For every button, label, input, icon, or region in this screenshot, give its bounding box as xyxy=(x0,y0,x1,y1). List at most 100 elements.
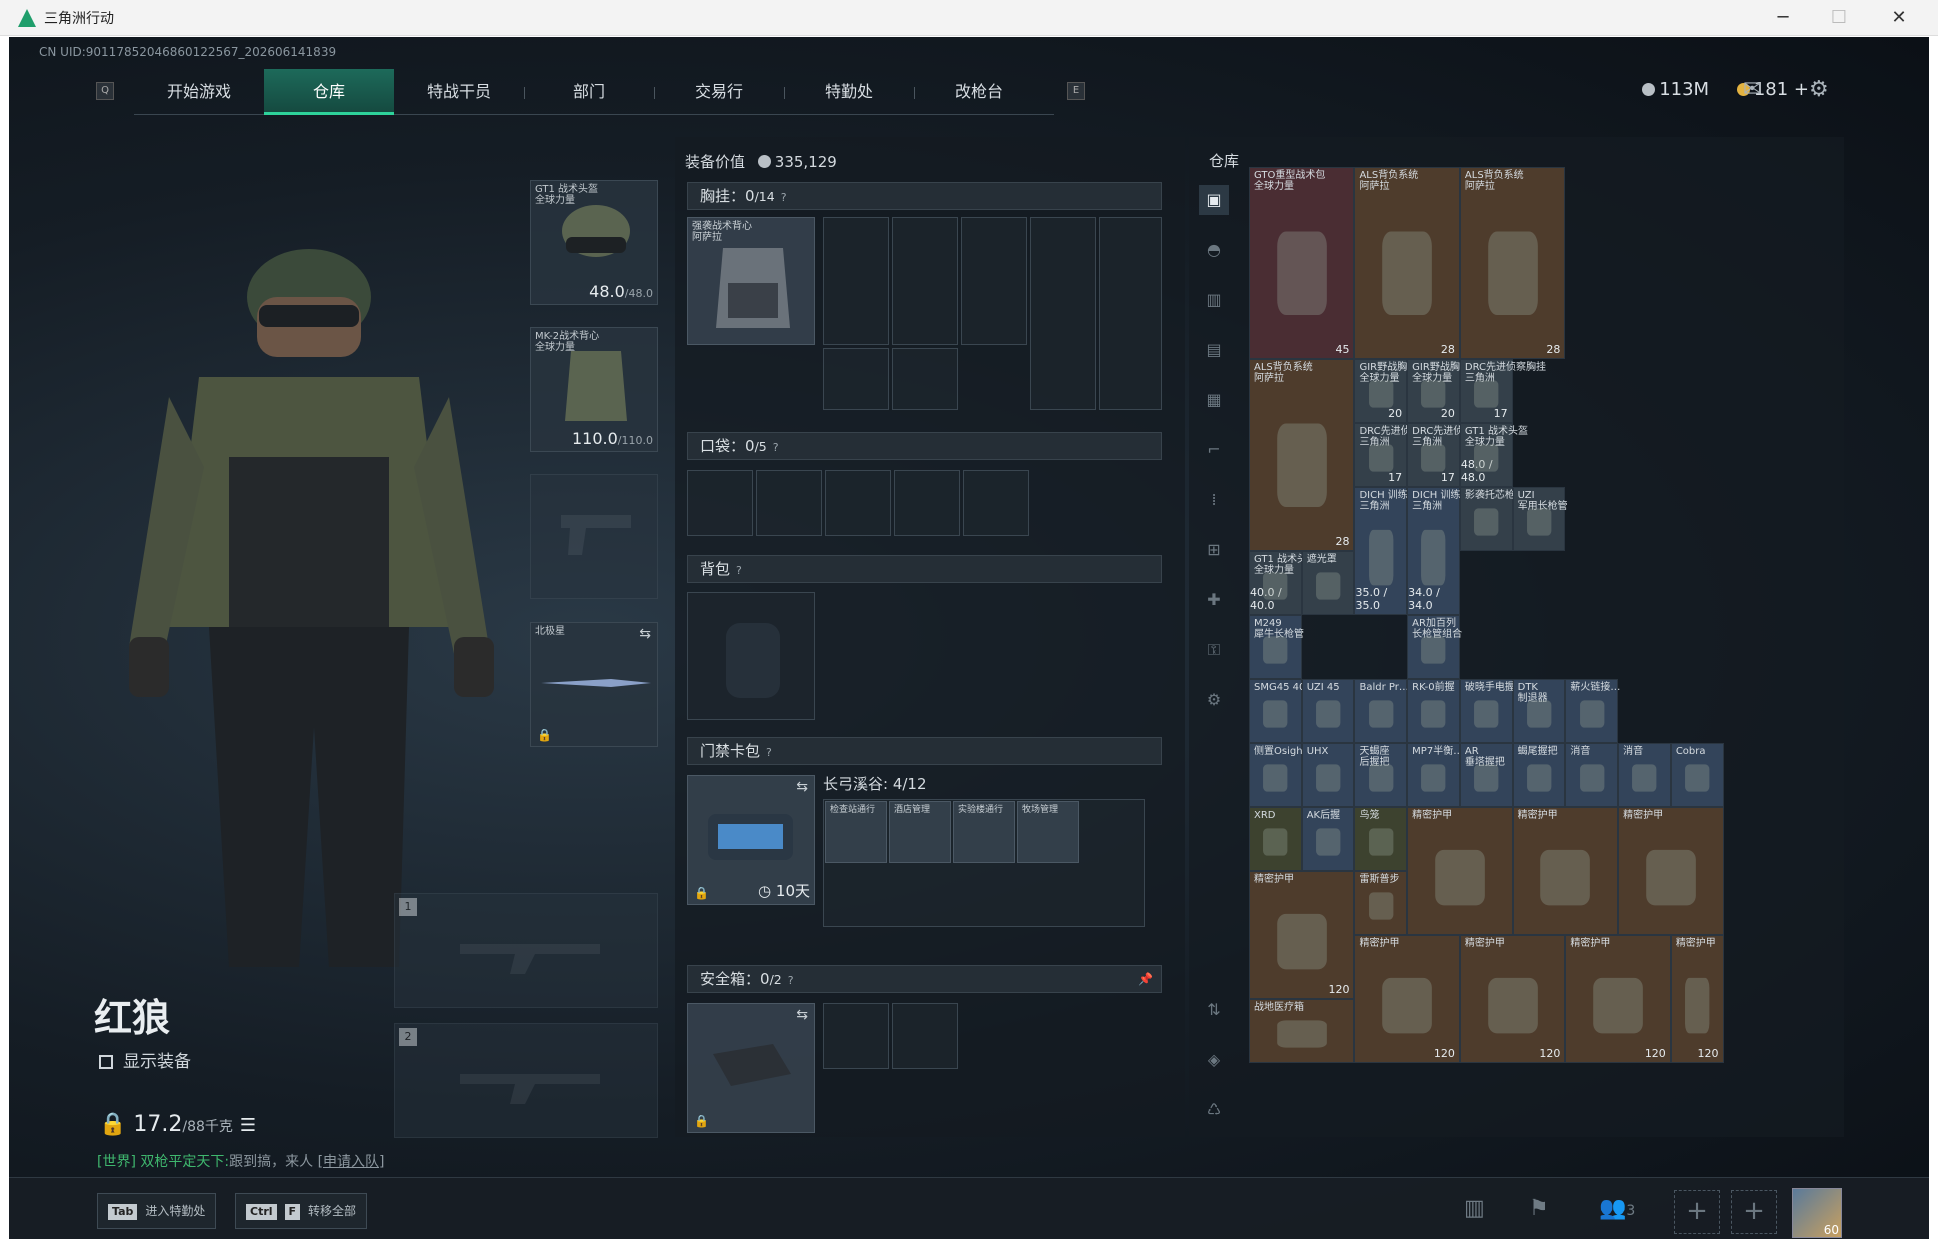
avatar[interactable]: 60 xyxy=(1792,1188,1842,1238)
warehouse-item[interactable]: UHX xyxy=(1301,743,1355,807)
nav-prev-key[interactable]: Q xyxy=(96,82,114,100)
help-icon[interactable]: ? xyxy=(766,746,772,759)
primary-weapon-slot-2[interactable]: 2 xyxy=(394,1023,658,1138)
warehouse-item[interactable]: AR加百列 长枪管组合 xyxy=(1407,615,1462,679)
key-category-icon[interactable]: ⚿ xyxy=(1199,635,1229,665)
minimize-button[interactable]: ─ xyxy=(1760,4,1806,32)
all-items-icon[interactable]: ▣ xyxy=(1199,185,1229,215)
warehouse-item[interactable]: RK-0前握 xyxy=(1407,679,1460,743)
warehouse-item[interactable]: DICH 训练头盔 三角洲35.0 / 35.0 xyxy=(1354,487,1428,615)
pistol-slot[interactable] xyxy=(530,474,658,599)
transfer-all-button[interactable]: Ctrl F 转移全部 xyxy=(235,1193,368,1229)
warehouse-item[interactable]: 精密护甲 120 xyxy=(1670,935,1724,1063)
tab-operators[interactable]: 特战干员 xyxy=(394,69,524,115)
warehouse-item[interactable]: DRC先进侦察胸挂 三角洲 17 xyxy=(1354,423,1441,487)
warehouse-item[interactable]: 破晓手电握 xyxy=(1459,679,1515,743)
world-chat[interactable]: [世界] 双枪平定天下:跟到搞，来人 [申请入队] xyxy=(97,1151,385,1171)
warehouse-item[interactable]: SMG45 40 xyxy=(1249,679,1305,743)
warehouse-item[interactable]: GTO重型战术包 全球力量 45 xyxy=(1249,167,1355,359)
keycard-case-item[interactable]: ⇆ 🔒 ◷ 10天 xyxy=(687,775,815,905)
add-teammate-button[interactable]: + xyxy=(1674,1190,1720,1234)
warehouse-item[interactable]: ALS背负系统 阿萨拉 28 xyxy=(1354,167,1460,359)
swap-icon[interactable]: ⇆ xyxy=(639,626,651,642)
pocket-cell[interactable] xyxy=(756,470,822,536)
team-icon[interactable]: 👥3 xyxy=(1599,1196,1635,1221)
warehouse-item[interactable]: Baldr Pr… xyxy=(1354,679,1409,743)
tab-special-ops[interactable]: 特勤处 xyxy=(784,69,914,115)
close-button[interactable]: ✕ xyxy=(1876,4,1922,32)
warehouse-item[interactable]: Cobra xyxy=(1670,743,1724,807)
pocket-cell[interactable] xyxy=(894,470,960,536)
flag-icon[interactable]: ⚑ xyxy=(1529,1196,1549,1221)
helmet-category-icon[interactable]: ◓ xyxy=(1199,235,1229,265)
tab-market[interactable]: 交易行 xyxy=(654,69,784,115)
armor-slot[interactable]: MK-2战术背心 全球力量 110.0/110.0 xyxy=(530,327,658,452)
backpack-category-icon[interactable]: ▦ xyxy=(1199,385,1229,415)
swap-icon[interactable]: ⇆ xyxy=(796,779,808,795)
list-icon[interactable]: ☰ xyxy=(240,1115,256,1136)
chest-rig-cell[interactable] xyxy=(961,217,1027,345)
tab-start-game[interactable]: 开始游戏 xyxy=(134,69,264,115)
enter-special-ops-button[interactable]: Tab 进入特勤处 xyxy=(97,1193,217,1229)
warehouse-item[interactable]: 精密护甲 120 xyxy=(1249,871,1355,999)
warehouse-item[interactable]: UZI 军用长枪管 xyxy=(1512,487,1568,551)
warehouse-item[interactable]: ALS背负系统 阿萨拉 28 xyxy=(1249,359,1355,551)
keycard-item[interactable]: 实验楼通行 xyxy=(953,801,1015,863)
warehouse-item[interactable]: DRC先进侦察胸挂 三角洲 17 xyxy=(1459,359,1546,423)
weapon-category-icon[interactable]: ⌐ xyxy=(1199,435,1229,465)
melee-slot[interactable]: 北极星 ⇆ 🔒 xyxy=(530,622,658,747)
warehouse-item[interactable]: 精密护甲 120 xyxy=(1565,935,1671,1063)
warehouse-item[interactable]: GT1 战术头盔 全球力量48.0 / 48.0 xyxy=(1459,423,1528,487)
warehouse-item[interactable]: 薪火链接… xyxy=(1565,679,1620,743)
warehouse-item[interactable]: 雷斯普步 xyxy=(1354,871,1408,935)
attachment-category-icon[interactable]: ⊞ xyxy=(1199,535,1229,565)
warehouse-item[interactable]: DICH 训练头盔 三角洲34.0 / 34.0 xyxy=(1407,487,1481,615)
backpack-slot[interactable] xyxy=(687,592,815,720)
help-icon[interactable]: ? xyxy=(736,564,742,577)
warehouse-item[interactable]: XRD xyxy=(1249,807,1302,871)
nav-next-key[interactable]: E xyxy=(1067,82,1085,100)
tab-department[interactable]: 部门 xyxy=(524,69,654,115)
warehouse-item[interactable]: 精密护甲 xyxy=(1512,807,1619,935)
tab-gunsmith[interactable]: 改枪台 xyxy=(914,69,1044,115)
stats-chart-icon[interactable]: ▥ xyxy=(1464,1196,1485,1221)
warehouse-item[interactable]: 影袭托芯枪托 xyxy=(1459,487,1525,551)
settings-gear-icon[interactable]: ⚙ xyxy=(1809,77,1829,102)
safe-box-cell[interactable] xyxy=(823,1003,889,1069)
swap-icon[interactable]: ⇆ xyxy=(796,1007,808,1023)
show-equipment-toggle[interactable]: 显示装备 xyxy=(99,1047,191,1072)
sort-icon[interactable]: ⇅ xyxy=(1199,995,1229,1025)
warehouse-item[interactable]: 精密护甲 120 xyxy=(1459,935,1566,1063)
warehouse-item[interactable]: 精密护甲 120 xyxy=(1354,935,1460,1063)
chest-rig-cell[interactable] xyxy=(892,217,958,345)
pocket-cell[interactable] xyxy=(963,470,1029,536)
mail-icon[interactable]: ✉ xyxy=(1743,77,1761,102)
warehouse-item[interactable]: 鸟笼 xyxy=(1354,807,1408,871)
ammo-category-icon[interactable]: ⁞ xyxy=(1199,485,1229,515)
warehouse-item[interactable]: 消音 xyxy=(1618,743,1671,807)
primary-weapon-slot-1[interactable]: 1 xyxy=(394,893,658,1008)
pocket-cell[interactable] xyxy=(687,470,753,536)
warehouse-item[interactable]: 天蝎座 后握把 xyxy=(1354,743,1408,807)
warehouse-item[interactable]: MP7半衡… xyxy=(1407,743,1463,807)
safe-box-cell[interactable] xyxy=(892,1003,958,1069)
warehouse-item[interactable]: 侧置Osight xyxy=(1249,743,1306,807)
pocket-cell[interactable] xyxy=(825,470,891,536)
checkbox-icon[interactable] xyxy=(99,1055,113,1069)
help-icon[interactable]: ? xyxy=(773,441,779,454)
safe-box-item[interactable]: ⇆ 🔒 xyxy=(687,1003,815,1133)
chest-rig-cell[interactable] xyxy=(823,217,889,345)
warehouse-item[interactable]: 消音 xyxy=(1565,743,1619,807)
rig-category-icon[interactable]: ▤ xyxy=(1199,335,1229,365)
warehouse-item[interactable]: AR 垂塔握把 xyxy=(1459,743,1513,807)
warehouse-item[interactable]: 蝎尾握把 xyxy=(1512,743,1566,807)
chat-join-link[interactable]: [申请入队] xyxy=(318,1154,385,1170)
chest-rig-cell[interactable] xyxy=(892,348,958,410)
warehouse-item[interactable]: ALS背负系统 阿萨拉 28 xyxy=(1459,167,1566,359)
keycard-item[interactable]: 酒店管理 xyxy=(889,801,951,863)
chest-rig-item[interactable]: 强袭战术背心 阿萨拉 xyxy=(687,217,815,345)
chest-rig-cell[interactable] xyxy=(1030,217,1096,410)
warehouse-item[interactable]: 精密护甲 xyxy=(1407,807,1513,935)
keycard-item[interactable]: 牧场管理 xyxy=(1017,801,1079,863)
chest-rig-cell[interactable] xyxy=(823,348,889,410)
